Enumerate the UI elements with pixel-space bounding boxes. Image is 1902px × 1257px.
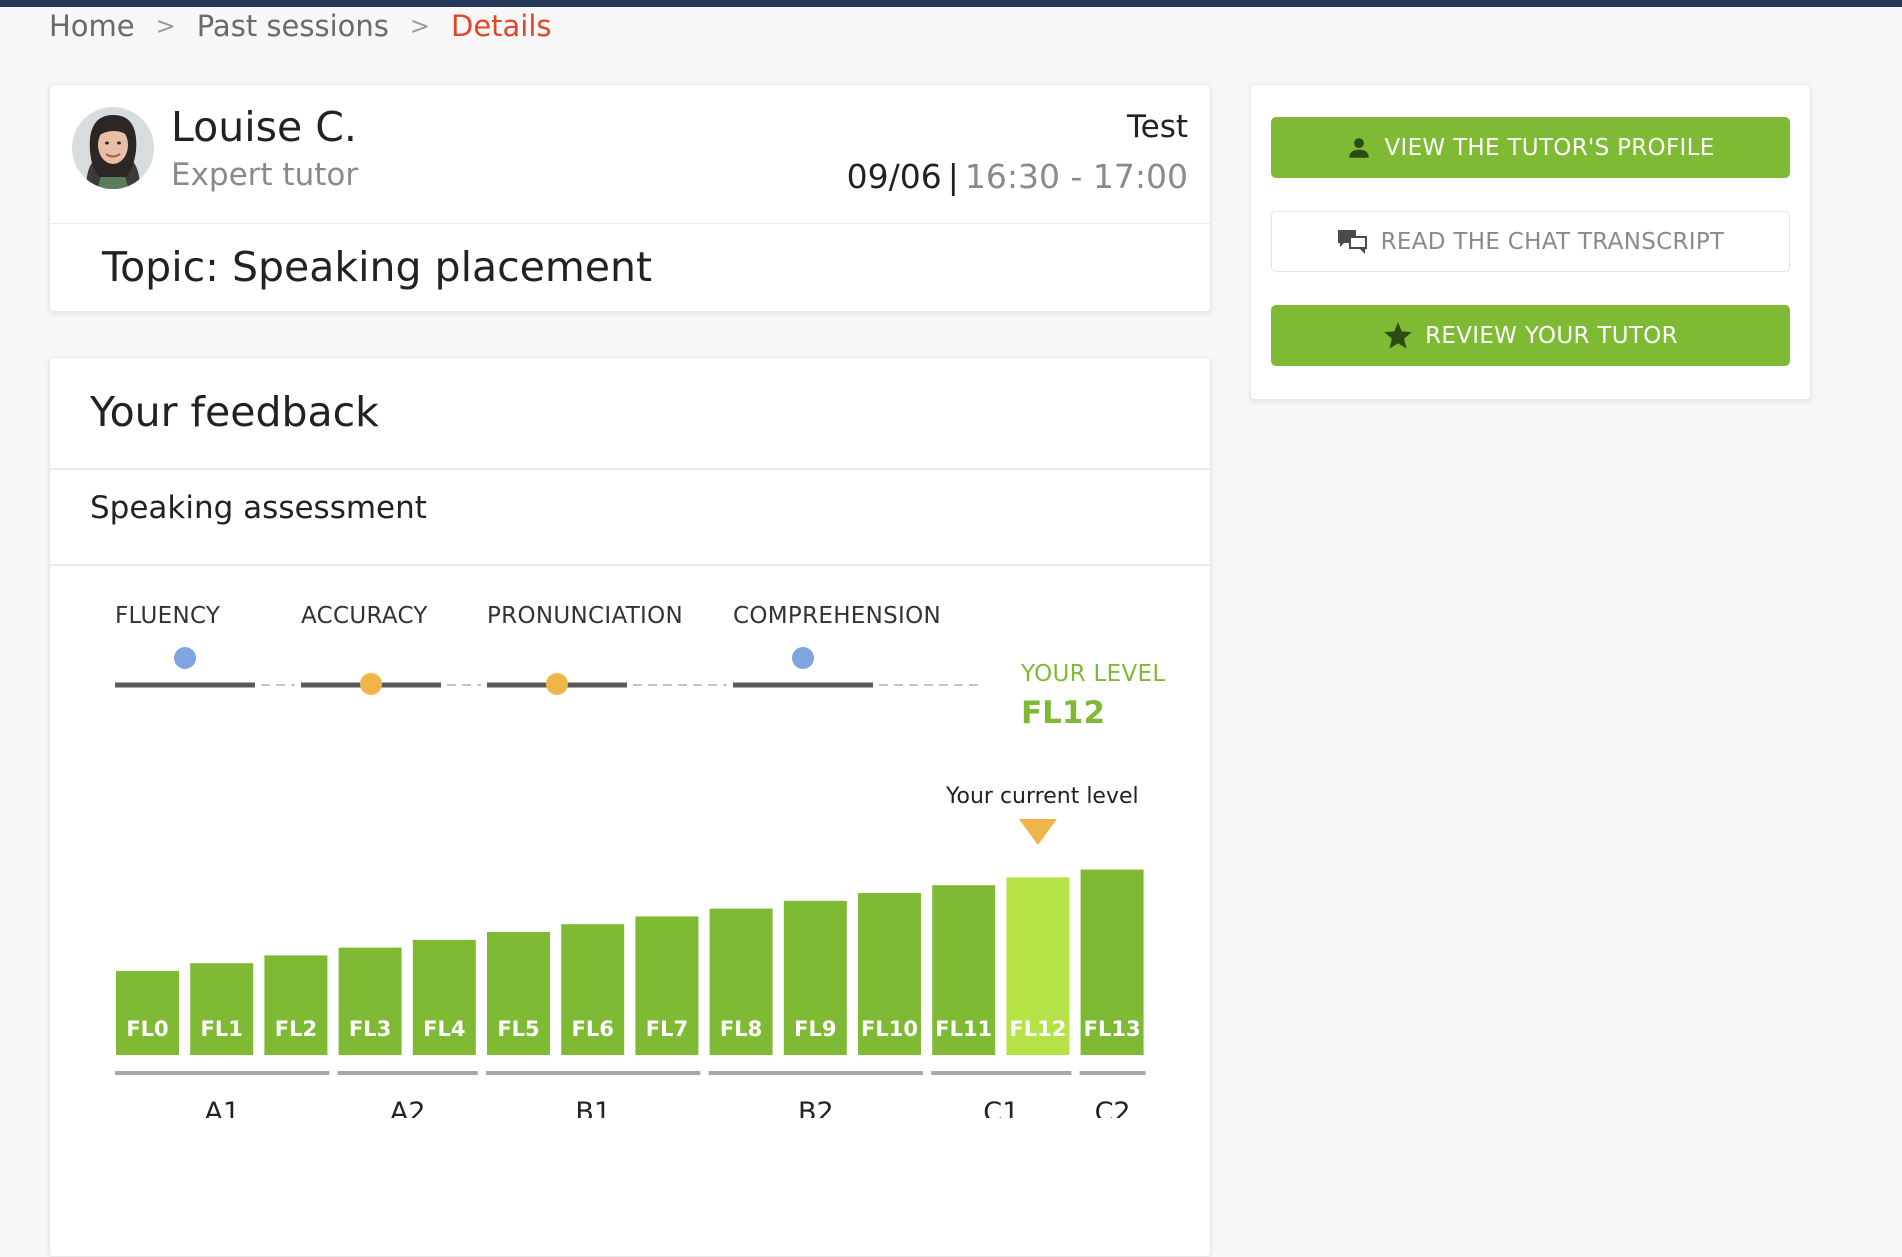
level-group-label-b1: B1 — [575, 1097, 611, 1118]
chat-icon — [1337, 228, 1369, 256]
review-tutor-button[interactable]: REVIEW YOUR TUTOR — [1271, 305, 1790, 366]
tutor-role: Expert tutor — [171, 157, 359, 193]
breadcrumb-past-sessions[interactable]: Past sessions — [197, 9, 389, 43]
session-time-separator: | — [947, 157, 959, 196]
bar-label: FL4 — [423, 1017, 465, 1041]
bar-label: FL0 — [126, 1017, 168, 1041]
divider — [50, 223, 1210, 224]
read-chat-transcript-button[interactable]: READ THE CHAT TRANSCRIPT — [1271, 211, 1790, 272]
feedback-card: Your feedback Speaking assessment FLUENC… — [49, 357, 1211, 1257]
avatar-image — [72, 107, 154, 189]
level-group-label-c1: C1 — [983, 1097, 1019, 1118]
bar-label: FL1 — [201, 1017, 243, 1041]
bar-fl0 — [116, 971, 179, 1055]
level-group-label-a2: A2 — [390, 1097, 426, 1118]
bar-label: FL13 — [1084, 1017, 1141, 1041]
person-icon — [1346, 135, 1372, 161]
actions-card: VIEW THE TUTOR'S PROFILE READ THE CHAT T… — [1250, 84, 1811, 400]
level-chart: FL0 FL1 FL2 FL3 FL4 FL5 FL6 FL7 FL8 FL9 FL10 FL11 FL… — [115, 819, 1146, 1118]
bar-label: FL7 — [646, 1017, 688, 1041]
star-icon — [1383, 321, 1413, 350]
bar-label: FL9 — [794, 1017, 836, 1041]
tutor-avatar[interactable] — [72, 107, 154, 189]
bar-label: FL6 — [572, 1017, 614, 1041]
session-time: 09/06 | 16:30 - 17:00 — [847, 157, 1188, 196]
level-group-label-b2: B2 — [798, 1097, 834, 1118]
current-level-marker-icon — [1018, 819, 1057, 845]
review-tutor-label: REVIEW YOUR TUTOR — [1425, 322, 1678, 349]
breadcrumb-separator: > — [155, 12, 176, 40]
session-card: Louise C. Expert tutor Test 09/06 | 16:30 … — [49, 84, 1211, 312]
bar-label: FL8 — [720, 1017, 762, 1041]
session-topic: Topic: Speaking placement — [102, 243, 653, 291]
level-group-label-a1: A1 — [204, 1097, 240, 1118]
bar-label: FL12 — [1009, 1017, 1066, 1041]
bar-label: FL11 — [935, 1017, 992, 1041]
session-date: 09/06 — [846, 157, 942, 196]
read-chat-transcript-label: READ THE CHAT TRANSCRIPT — [1380, 228, 1725, 255]
view-tutor-profile-button[interactable]: VIEW THE TUTOR'S PROFILE — [1271, 117, 1790, 178]
bar-fl1 — [190, 963, 254, 1055]
breadcrumb-separator: > — [409, 12, 430, 40]
breadcrumb-current: Details — [450, 9, 552, 43]
session-type: Test — [1126, 109, 1188, 145]
bar-label: FL3 — [349, 1017, 391, 1041]
session-hours: 16:30 - 17:00 — [964, 157, 1188, 196]
tutor-name: Louise C. — [171, 103, 357, 151]
breadcrumb-home[interactable]: Home — [49, 9, 135, 43]
view-tutor-profile-label: VIEW THE TUTOR'S PROFILE — [1384, 134, 1715, 161]
level-group-label-c2: C2 — [1095, 1097, 1131, 1118]
bar-label: FL5 — [497, 1017, 539, 1041]
top-accent-bar — [0, 0, 1902, 7]
bar-label: FL10 — [861, 1017, 918, 1041]
breadcrumb: Home > Past sessions > Details — [49, 9, 552, 43]
bar-label: FL2 — [275, 1017, 317, 1041]
